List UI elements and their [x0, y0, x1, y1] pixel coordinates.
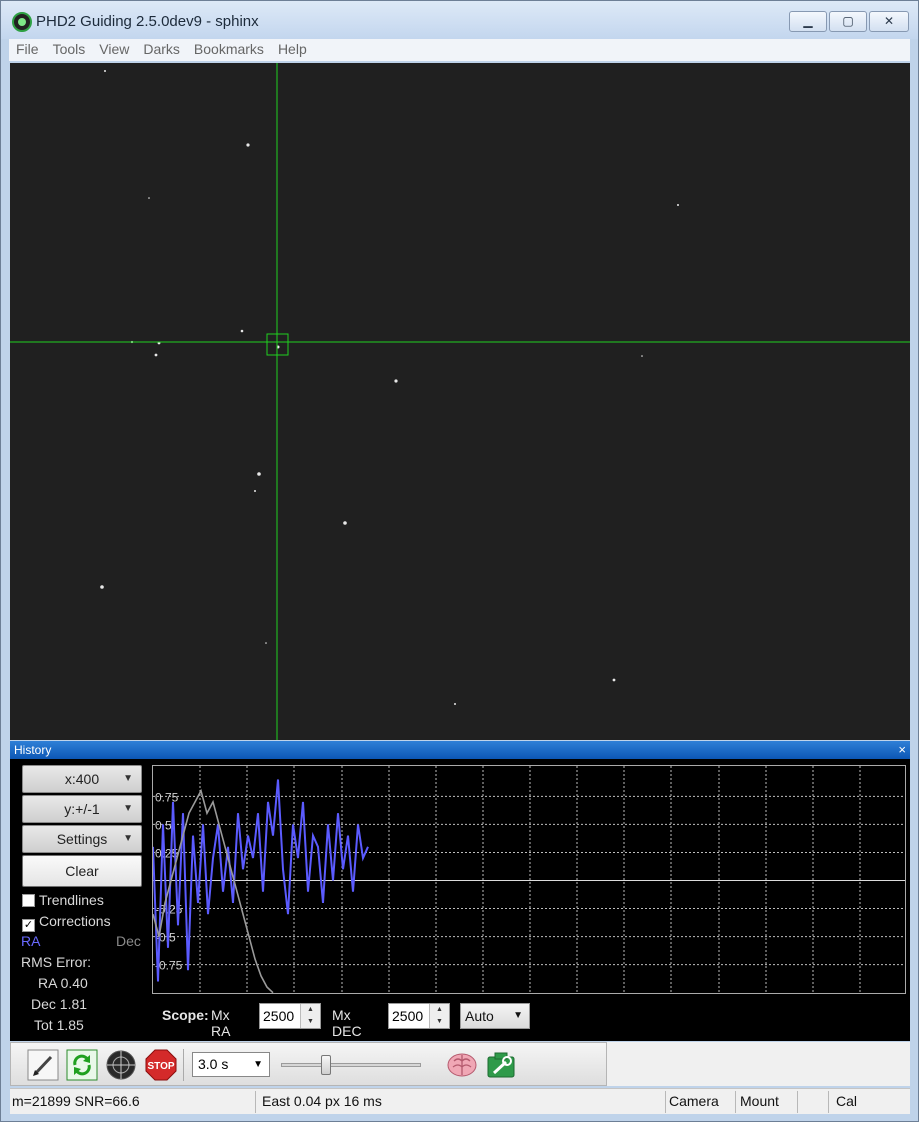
- y-scale-dropdown[interactable]: y:+/-1 ▼: [22, 795, 142, 823]
- phd2-logo-icon: [12, 12, 32, 32]
- scope-label: Scope:: [162, 1007, 209, 1023]
- x-scale-dropdown[interactable]: x:400 ▼: [22, 765, 142, 793]
- settings-dropdown[interactable]: Settings ▼: [22, 825, 142, 853]
- mx-dec-value: 2500: [392, 1008, 424, 1024]
- exposure-dropdown[interactable]: 3.0 s ▼: [192, 1052, 270, 1077]
- mount-status: Mount: [740, 1093, 779, 1109]
- chevron-down-icon: ▼: [513, 1010, 523, 1021]
- status-divider: [828, 1091, 829, 1113]
- mx-ra-label: Mx RA: [211, 1007, 231, 1039]
- star-field: [10, 63, 910, 740]
- y-tick-label: 0.75: [155, 790, 179, 804]
- status-divider: [255, 1091, 256, 1113]
- chevron-down-icon: ▼: [123, 833, 133, 844]
- guide-info: East 0.04 px 16 ms: [262, 1093, 382, 1109]
- menu-tools[interactable]: Tools: [46, 39, 93, 61]
- mx-ra-value: 2500: [263, 1008, 295, 1024]
- rms-error-label: RMS Error:: [21, 954, 91, 970]
- cal-status: Cal: [836, 1093, 858, 1109]
- title-bar: PHD2 Guiding 2.5.0dev9 - sphinx ▁ ▢ ✕: [1, 1, 918, 39]
- slider-track: [281, 1063, 421, 1067]
- star-info: m=21899 SNR=66.6: [12, 1093, 140, 1109]
- trendlines-checkbox[interactable]: [22, 894, 35, 907]
- stop-icon[interactable]: STOP: [145, 1049, 177, 1081]
- history-close-icon[interactable]: ×: [898, 741, 906, 759]
- mx-ra-spinner[interactable]: 2500 ▲ ▼: [259, 1003, 321, 1029]
- exposure-value: 3.0 s: [198, 1056, 229, 1072]
- stop-label: STOP: [147, 1061, 174, 1072]
- pencil-icon[interactable]: [27, 1049, 59, 1081]
- corrections-label: Corrections: [39, 913, 111, 929]
- maximize-button[interactable]: ▢: [829, 11, 867, 32]
- close-button[interactable]: ✕: [869, 11, 909, 32]
- status-bar: m=21899 SNR=66.6 East 0.04 px 16 ms Came…: [10, 1088, 910, 1114]
- y-scale-label: y:+/-1: [64, 801, 100, 817]
- mx-dec-spinner[interactable]: 2500 ▲ ▼: [388, 1003, 450, 1029]
- history-panel: History × x:400 ▼ y:+/-1 ▼ Settings ▼ Cl…: [10, 741, 910, 1041]
- corrections-checkbox[interactable]: ✓: [22, 919, 35, 932]
- brain-icon[interactable]: [446, 1049, 478, 1081]
- rms-dec-value: Dec 1.81: [31, 996, 88, 1012]
- rms-ra-value: RA 0.40: [38, 975, 88, 991]
- window-title: PHD2 Guiding 2.5.0dev9 - sphinx: [36, 13, 259, 30]
- menu-file[interactable]: File: [9, 39, 46, 61]
- toolbar-divider: [183, 1049, 184, 1081]
- status-divider: [735, 1091, 736, 1113]
- menu-view[interactable]: View: [92, 39, 136, 61]
- menu-bookmarks[interactable]: Bookmarks: [187, 39, 271, 61]
- mx-dec-label: Mx DEC: [332, 1007, 362, 1039]
- trendlines-label: Trendlines: [39, 892, 104, 908]
- loop-icon[interactable]: [66, 1049, 98, 1081]
- equipment-wrench-icon[interactable]: [485, 1049, 517, 1081]
- camera-status: Camera: [669, 1093, 719, 1109]
- dec-mode-dropdown[interactable]: Auto ▼: [460, 1003, 530, 1029]
- gamma-slider[interactable]: [281, 1053, 431, 1077]
- settings-label: Settings: [56, 831, 108, 847]
- main-toolbar: STOP 3.0 s ▼: [10, 1042, 607, 1086]
- app-window: PHD2 Guiding 2.5.0dev9 - sphinx ▁ ▢ ✕ Fi…: [0, 0, 919, 1122]
- toolbar-spacer: [607, 1042, 910, 1086]
- minimize-button[interactable]: ▁: [789, 11, 827, 32]
- spinner-arrows-icon[interactable]: ▲ ▼: [429, 1004, 449, 1028]
- dec-legend: Dec: [116, 933, 141, 949]
- slider-thumb[interactable]: [321, 1055, 331, 1075]
- chevron-down-icon: ▼: [123, 803, 133, 814]
- corrections-checkbox-row[interactable]: ✓ Corrections: [22, 913, 111, 932]
- guide-icon[interactable]: [105, 1049, 137, 1081]
- history-header: History ×: [10, 741, 910, 759]
- spinner-arrows-icon[interactable]: ▲ ▼: [300, 1004, 320, 1028]
- rms-tot-value: Tot 1.85: [34, 1017, 84, 1033]
- clear-button[interactable]: Clear: [22, 855, 142, 887]
- camera-image[interactable]: [10, 63, 910, 740]
- dec-mode-value: Auto: [465, 1008, 494, 1024]
- ra-legend: RA: [21, 933, 41, 949]
- chevron-down-icon: ▼: [253, 1059, 263, 1070]
- menu-help[interactable]: Help: [271, 39, 314, 61]
- status-divider: [665, 1091, 666, 1113]
- status-divider: [797, 1091, 798, 1113]
- history-graph-svg: 0.750.50.25-0.25-0.5-0.75: [153, 766, 905, 993]
- history-graph[interactable]: 0.75 0.5 0.25 -0.25 -0.5 -0.75: [152, 765, 906, 994]
- history-title: History: [14, 743, 52, 757]
- menu-bar: File Tools View Darks Bookmarks Help: [9, 39, 910, 61]
- x-scale-label: x:400: [64, 771, 100, 787]
- trendlines-checkbox-row[interactable]: Trendlines: [22, 892, 104, 908]
- menu-darks[interactable]: Darks: [136, 39, 187, 61]
- chevron-down-icon: ▼: [123, 773, 133, 784]
